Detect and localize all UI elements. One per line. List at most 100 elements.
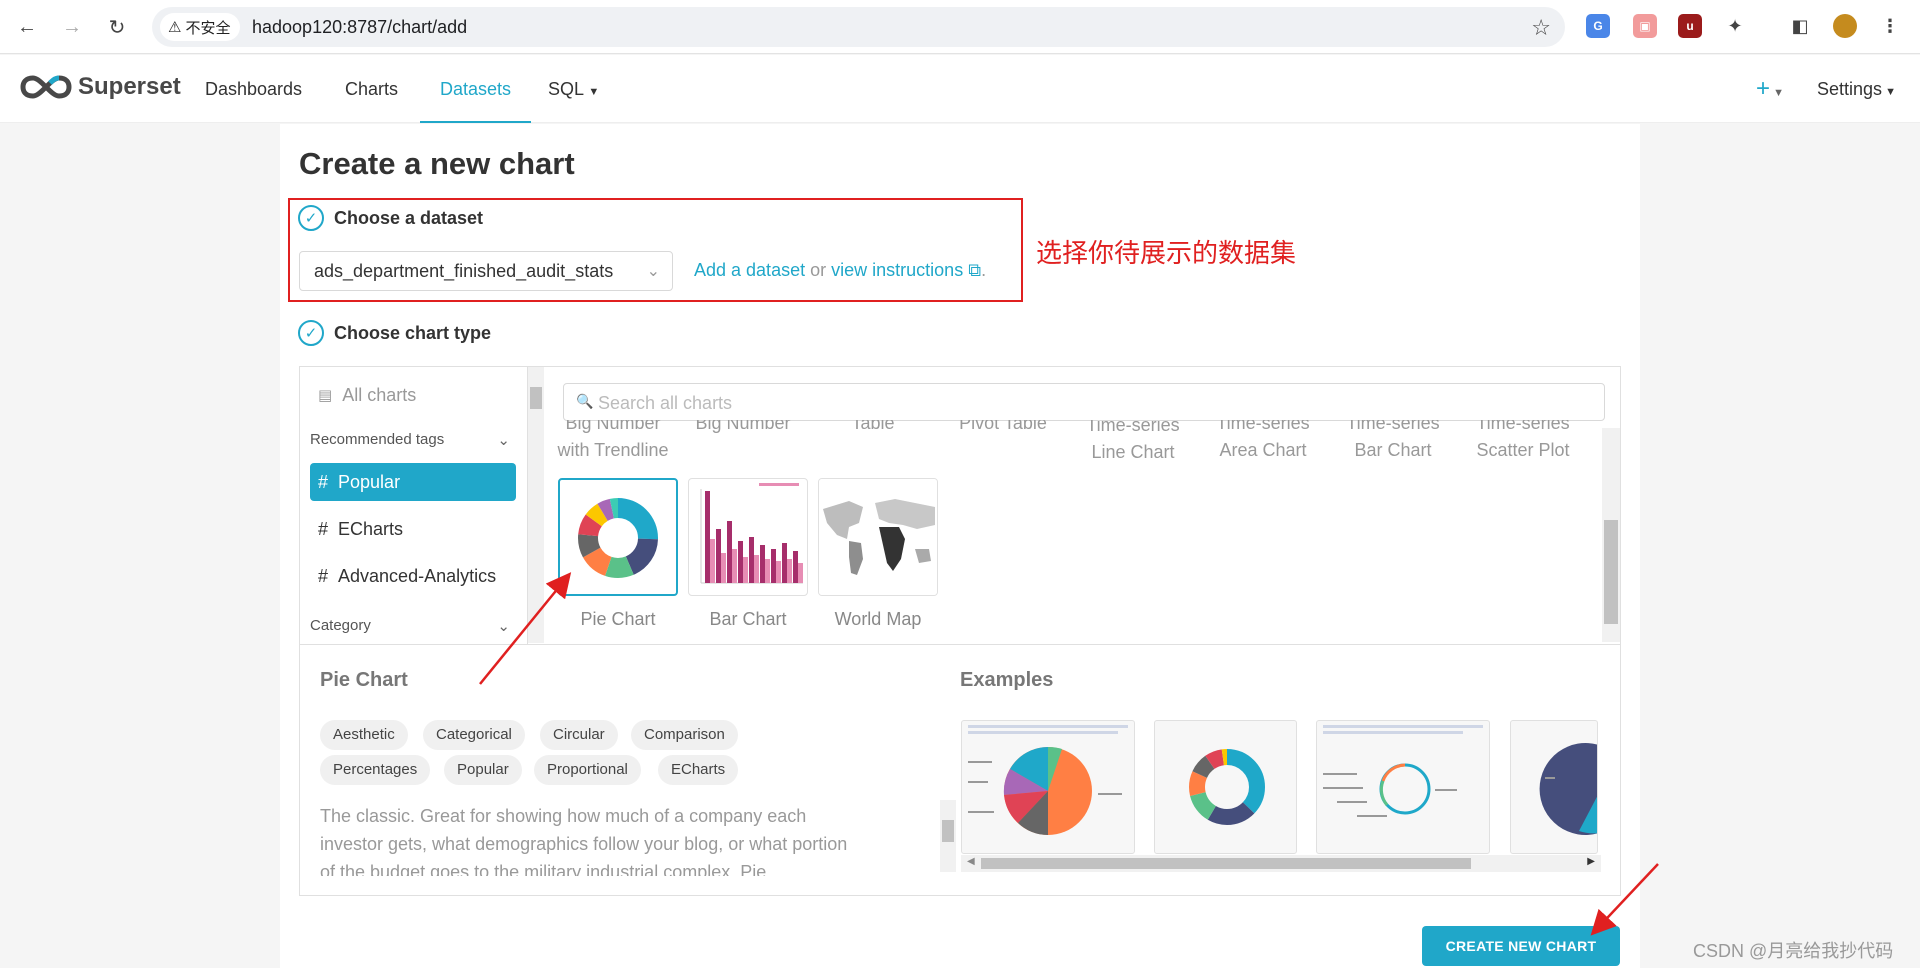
profile-avatar[interactable] — [1833, 14, 1857, 38]
dataset-select-value: ads_department_finished_audit_stats — [314, 261, 614, 281]
nav-datasets[interactable]: Datasets — [420, 55, 532, 123]
translate-extension-icon[interactable]: G — [1586, 14, 1610, 38]
check-circle-icon: ✓ — [298, 205, 324, 231]
chart-card-label[interactable]: Pivot Table — [938, 420, 1068, 437]
hash-icon: # — [318, 471, 329, 492]
divider — [300, 644, 1620, 645]
bookmark-star-icon[interactable]: ☆ — [1531, 15, 1551, 41]
nav-charts[interactable]: Charts — [345, 55, 398, 123]
browser-toolbar: ← → ↻ ⚠ 不安全 hadoop120:8787/chart/add ☆ G… — [0, 0, 1920, 54]
add-dataset-link[interactable]: Add a dataset — [694, 260, 805, 280]
label-line: Table — [851, 420, 895, 433]
hash-icon: # — [318, 565, 329, 586]
scroll-right-icon[interactable]: ▶ — [1587, 856, 1595, 867]
recommended-tags-header[interactable]: Recommended tags ⌄ — [310, 431, 516, 449]
or-text: or — [810, 260, 827, 280]
example-partial-pie-image — [1539, 743, 1597, 835]
forward-icon[interactable]: → — [57, 12, 87, 42]
create-new-chart-button[interactable]: CREATE NEW CHART — [1422, 926, 1620, 966]
chart-card-label[interactable]: Time-series Line Chart — [1068, 420, 1198, 466]
side-panel-icon[interactable]: ◧ — [1788, 14, 1812, 38]
section-header-label: Recommended tags — [310, 431, 445, 448]
extension-icon[interactable]: ▣ — [1633, 14, 1657, 38]
example-thumbnail[interactable] — [1154, 720, 1297, 854]
sidebar-item-echarts[interactable]: # ECharts — [310, 510, 516, 548]
chart-card-bar[interactable] — [688, 478, 808, 596]
example-donut-image — [1189, 749, 1265, 825]
examples-horizontal-scrollbar[interactable]: ◀ ▶ — [961, 855, 1601, 872]
nav-dashboards[interactable]: Dashboards — [205, 55, 302, 123]
url-text[interactable]: hadoop120:8787/chart/add — [252, 17, 467, 38]
chart-picker-sidebar: ▤ All charts Recommended tags ⌄ # Popula… — [300, 367, 528, 644]
insecure-label: 不安全 — [185, 19, 231, 37]
tag-chip: ECharts — [658, 755, 739, 785]
nav-sql-label: SQL — [548, 79, 584, 99]
scrollbar-thumb[interactable] — [530, 387, 542, 409]
category-header[interactable]: Category ⌄ — [310, 617, 516, 635]
chevron-down-icon: ⌄ — [497, 618, 510, 635]
chart-card-label[interactable]: Time-series Area Chart — [1198, 420, 1328, 464]
chart-card-label[interactable]: Big Number with Trendline — [548, 420, 678, 464]
section-header-label: Category — [310, 617, 371, 634]
gallery-scrollbar[interactable] — [1602, 428, 1620, 642]
example-thumbnail[interactable] — [1510, 720, 1598, 854]
back-icon[interactable]: ← — [12, 12, 42, 42]
reload-icon[interactable]: ↻ — [102, 12, 132, 42]
step-choose-dataset-label: Choose a dataset — [334, 208, 484, 228]
ublock-icon[interactable]: u — [1678, 14, 1702, 38]
chart-card-label[interactable]: Time-series Scatter Plot — [1458, 420, 1588, 464]
sidebar-item-popular[interactable]: # Popular — [310, 463, 516, 501]
world-map-thumbnail — [819, 479, 937, 595]
nav-sql[interactable]: SQL ▼ — [548, 55, 599, 123]
chart-card-label[interactable]: Bar Chart — [688, 609, 808, 630]
scroll-left-icon[interactable]: ◀ — [967, 856, 975, 867]
tag-chip: Popular — [444, 755, 522, 785]
step-choose-chart-type-label: Choose chart type — [334, 323, 492, 343]
sidebar-item-all-charts[interactable]: ▤ All charts — [310, 376, 516, 414]
sidebar-item-label: Advanced-Analytics — [338, 565, 497, 586]
hash-icon: # — [318, 518, 329, 539]
external-link-icon[interactable]: ⧉ — [968, 260, 981, 280]
scrollbar-thumb[interactable] — [981, 858, 1471, 869]
example-pie-image — [968, 725, 1128, 835]
chevron-down-icon: ⌄ — [497, 432, 510, 449]
chart-search-input[interactable]: 🔍 Search all charts — [563, 383, 1605, 421]
bar-chart-thumbnail — [700, 483, 803, 584]
chart-card-label[interactable]: Time-series Bar Chart — [1328, 420, 1458, 464]
view-instructions-link[interactable]: view instructions — [831, 260, 963, 280]
plus-icon: + — [1756, 75, 1771, 102]
watermark: CSDN @月亮给我抄代码 — [1693, 941, 1894, 961]
warning-icon: ⚠ — [168, 19, 182, 36]
security-indicator[interactable]: ⚠ 不安全 — [160, 13, 241, 41]
label-line: Area Chart — [1219, 440, 1307, 460]
dataset-links: Add a dataset or view instructions ⧉. — [694, 260, 986, 281]
chart-card-label[interactable]: Table — [808, 420, 938, 437]
browser-menu-icon[interactable]: ⋮ — [1878, 14, 1902, 38]
sidebar-scrollbar[interactable] — [528, 367, 544, 643]
label-line: Scatter Plot — [1476, 440, 1570, 460]
chart-card-label[interactable]: Pie Chart — [558, 609, 678, 630]
example-thumbnail[interactable] — [961, 720, 1135, 854]
chart-card-pie[interactable] — [558, 478, 678, 596]
dataset-select[interactable]: ads_department_finished_audit_stats ⌄ — [299, 251, 673, 291]
grid-icon: ▤ — [318, 387, 333, 404]
settings-menu[interactable]: Settings ▼ — [1817, 55, 1896, 123]
label-line: Pivot Table — [959, 420, 1047, 433]
sidebar-item-advanced-analytics[interactable]: # Advanced-Analytics — [310, 557, 516, 595]
address-bar[interactable]: ⚠ 不安全 hadoop120:8787/chart/add ☆ — [152, 7, 1565, 47]
tag-chip: Percentages — [320, 755, 431, 785]
new-item-button[interactable]: + ▼ — [1756, 55, 1784, 123]
description-scrollbar[interactable] — [940, 800, 956, 872]
scrollbar-thumb[interactable] — [942, 820, 954, 842]
chart-card-label[interactable]: World Map — [818, 609, 938, 630]
superset-logo[interactable]: Superset — [20, 73, 181, 101]
extensions-puzzle-icon[interactable]: ✦ — [1723, 14, 1747, 38]
tag-chip: Aesthetic — [320, 720, 408, 750]
chart-card-world-map[interactable] — [818, 478, 938, 596]
caret-down-icon: ▼ — [1882, 86, 1896, 98]
brand-name: Superset — [78, 73, 181, 100]
scrollbar-thumb[interactable] — [1604, 520, 1618, 624]
chart-card-label[interactable]: Big Number — [678, 420, 808, 437]
tag-chip: Circular — [540, 720, 618, 750]
example-thumbnail[interactable] — [1316, 720, 1490, 854]
